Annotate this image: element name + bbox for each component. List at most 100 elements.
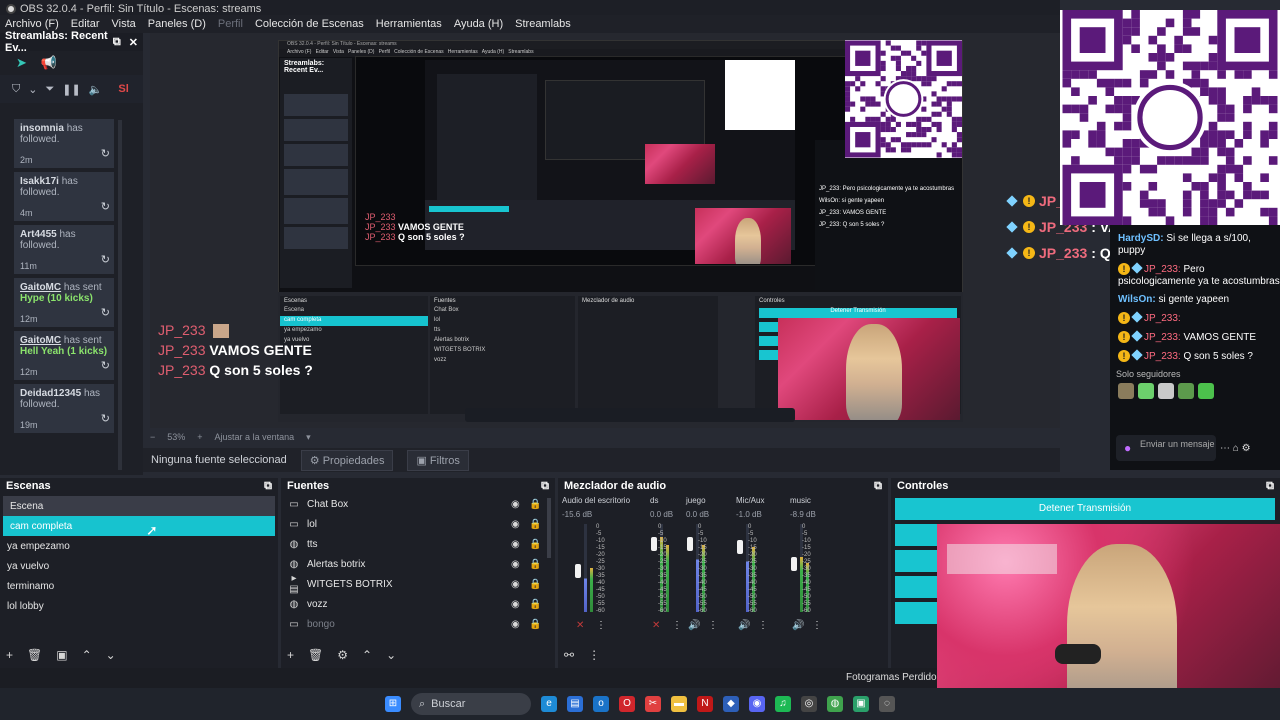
float-dock-icon[interactable]: ⧉	[874, 480, 882, 493]
replay-icon[interactable]: ↻	[101, 306, 110, 319]
source-item[interactable]: ▭ Chat Box ◉ 🔒	[281, 494, 555, 514]
record-button[interactable]	[895, 524, 939, 546]
source-item[interactable]: ◍ Alertas botrix ◉ 🔒	[281, 554, 555, 574]
app-icon[interactable]: ▣	[853, 696, 869, 712]
volume-fader[interactable]	[791, 557, 797, 572]
windows-start-icon[interactable]: ⊞	[385, 696, 401, 712]
move-down-button[interactable]: ⌄	[386, 648, 396, 662]
replay-icon[interactable]: ↻	[101, 253, 110, 266]
volume-fader[interactable]	[575, 563, 581, 578]
send-icon[interactable]: ➤	[16, 55, 27, 71]
float-dock-icon[interactable]: ⧉	[541, 480, 549, 493]
filters-button[interactable]: ▣ Filtros	[407, 449, 469, 471]
chat-settings-icons[interactable]: ⋯ ⌂ ⚙	[1220, 443, 1251, 454]
scene-item[interactable]: lol lobby	[0, 596, 278, 616]
mic-icon[interactable]: ●	[1124, 441, 1131, 455]
chat-username[interactable]: WilsOn:	[1118, 294, 1156, 305]
eye-icon[interactable]: ◉	[511, 519, 520, 530]
replay-icon[interactable]: ↻	[101, 200, 110, 213]
remove-source-button[interactable]: 🗑	[308, 648, 323, 662]
scene-item[interactable]: terminamo	[0, 576, 278, 596]
obs-icon[interactable]: ◎	[801, 696, 817, 712]
source-item[interactable]: ▸ ▤ WITGETS BOTRIX ◉ 🔒	[281, 573, 555, 595]
emote-icon[interactable]	[1138, 383, 1154, 399]
emote-icon[interactable]	[1158, 383, 1174, 399]
volume-fader[interactable]	[687, 537, 693, 552]
emote-icon[interactable]	[1178, 383, 1194, 399]
menu-item[interactable]: Ayuda (H)	[454, 18, 503, 33]
move-down-button[interactable]: ⌄	[106, 648, 116, 662]
lock-icon[interactable]: 🔒	[529, 559, 541, 570]
filter-icon[interactable]: ⏷	[45, 83, 54, 96]
app-icon[interactable]: ◆	[723, 696, 739, 712]
more-icon[interactable]: ⋮	[596, 620, 606, 631]
chat-username[interactable]: JP_233:	[1144, 351, 1181, 362]
replay-icon[interactable]: ↻	[101, 412, 110, 425]
chat-username[interactable]: JP_233:	[1144, 264, 1181, 275]
scene-item[interactable]: ya empezamo	[0, 536, 278, 556]
chevron-down-icon[interactable]: ▾	[306, 432, 311, 443]
menu-item[interactable]: Vista	[112, 18, 136, 33]
volume-icon[interactable]: 🔈	[89, 83, 103, 96]
eye-icon[interactable]: ◉	[511, 539, 520, 550]
more-icon[interactable]: ⋮	[812, 620, 822, 631]
menu-item[interactable]: Colección de Escenas	[255, 18, 364, 33]
source-item[interactable]: ◍ vozz ◉ 🔒	[281, 594, 555, 614]
chat-username[interactable]: JP_233:	[1144, 313, 1181, 324]
menu-item[interactable]: Paneles (D)	[148, 18, 206, 33]
link-icon[interactable]: ⚯	[564, 648, 574, 662]
move-up-button[interactable]: ⌃	[362, 648, 372, 662]
eye-icon[interactable]: ◉	[511, 579, 520, 590]
event-user[interactable]: GaitoMC	[20, 335, 61, 346]
more-icon[interactable]: ⋮	[708, 620, 718, 631]
lock-icon[interactable]: 🔒	[529, 519, 541, 530]
remove-scene-button[interactable]: 🗑	[27, 648, 42, 662]
discord-icon[interactable]: ◉	[749, 696, 765, 712]
store-icon[interactable]: ▤	[567, 696, 583, 712]
menu-item[interactable]: Perfil	[218, 18, 243, 33]
emote-icon[interactable]	[1198, 383, 1214, 399]
speaker-icon[interactable]: 🔊	[792, 620, 804, 631]
replay-icon[interactable]: ↻	[101, 147, 110, 160]
float-dock-icon[interactable]: ⧉	[1266, 480, 1274, 493]
properties-button[interactable]: ⚙ Propiedades	[300, 449, 394, 471]
megaphone-icon[interactable]: 📢	[41, 55, 57, 71]
menu-item[interactable]: Streamlabs	[515, 18, 571, 33]
netflix-icon[interactable]: N	[697, 696, 713, 712]
muted-speaker-icon[interactable]: ✕	[652, 620, 660, 631]
volume-fader[interactable]	[737, 539, 743, 554]
event-user[interactable]: GaitoMC	[20, 282, 61, 293]
settings-button[interactable]	[895, 602, 939, 624]
virtual-camera-button[interactable]	[895, 550, 939, 572]
eye-icon[interactable]: ◉	[511, 599, 520, 610]
source-item[interactable]: ◍ tts ◉ 🔒	[281, 534, 555, 554]
taskbar-search[interactable]: ⌕ Buscar	[411, 693, 531, 715]
float-dock-icon[interactable]: ⧉	[113, 36, 121, 49]
lock-icon[interactable]: 🔒	[529, 499, 541, 510]
shield-icon[interactable]: ⛉	[12, 83, 20, 96]
close-icon[interactable]: ✕	[129, 36, 138, 49]
menu-item[interactable]: Herramientas	[376, 18, 442, 33]
pause-icon[interactable]: ❚❚	[62, 83, 80, 96]
app-icon[interactable]: ◍	[827, 696, 843, 712]
speaker-icon[interactable]: 🔊	[738, 620, 750, 631]
event-user[interactable]: insomnia	[20, 123, 64, 134]
eye-icon[interactable]: ◉	[511, 559, 520, 570]
eye-icon[interactable]: ◉	[511, 499, 520, 510]
eye-hidden-icon[interactable]: ◉	[511, 619, 520, 630]
more-icon[interactable]: ⋮	[588, 648, 600, 662]
source-settings-button[interactable]: ⚙	[337, 648, 348, 662]
lock-icon[interactable]: 🔒	[529, 599, 541, 610]
chat-username[interactable]: HardySD:	[1118, 233, 1164, 244]
volume-fader[interactable]	[651, 537, 657, 552]
scene-item[interactable]: ya vuelvo	[0, 556, 278, 576]
opera-icon[interactable]: O	[619, 696, 635, 712]
source-item[interactable]: ▭ bongo ◉ 🔒	[281, 614, 555, 634]
more-icon[interactable]: ⋮	[672, 620, 682, 631]
lock-icon[interactable]: 🔒	[529, 579, 541, 590]
event-user[interactable]: Deidad12345	[20, 388, 81, 399]
outlook-icon[interactable]: o	[593, 696, 609, 712]
source-item[interactable]: ▭ lol ◉ 🔒	[281, 514, 555, 534]
event-user[interactable]: Isakk17i	[20, 176, 59, 187]
edge-icon[interactable]: e	[541, 696, 557, 712]
